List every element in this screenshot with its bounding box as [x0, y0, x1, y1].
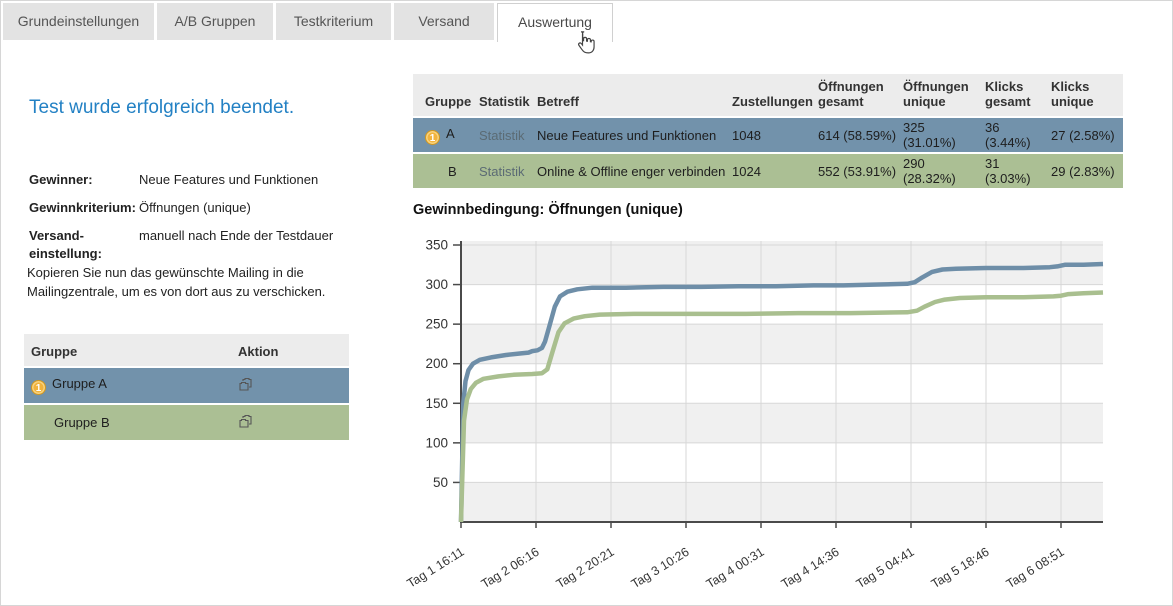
svg-text:Tag 3 10:26: Tag 3 10:26: [629, 545, 692, 592]
summary-row-versandeinstellung: Versand- einstellung: manuell nach Ende …: [29, 227, 359, 263]
summary-block: Gewinner: Neue Features und Funktionen G…: [29, 171, 359, 273]
group-name: Gruppe A: [52, 376, 107, 391]
summary-value: Öffnungen (unique): [139, 199, 359, 217]
col-header-oeffnungen-gesamt: Öffnungen gesamt: [818, 74, 903, 116]
group-letter: A: [446, 126, 455, 141]
summary-value: manuell nach Ende der Testdauer: [139, 227, 359, 263]
svg-text:Tag 4 14:36: Tag 4 14:36: [779, 545, 842, 592]
statistik-link[interactable]: Statistik: [479, 128, 525, 143]
klicks-unique-cell: 27 (2.58%): [1051, 118, 1123, 152]
klicks-unique-cell: 29 (2.83%): [1051, 154, 1123, 188]
summary-row-gewinnkriterium: Gewinnkriterium: Öffnungen (unique): [29, 199, 359, 217]
svg-text:Tag 2 06:16: Tag 2 06:16: [479, 545, 542, 592]
oeffnungen-gesamt-cell: 552 (53.91%): [818, 154, 903, 188]
status-heading: Test wurde erfolgreich beendet.: [29, 97, 294, 119]
hand-cursor-icon: [571, 29, 597, 59]
winner-badge-icon: 1: [31, 380, 46, 395]
results-table: Gruppe Statistik Betreff Zustellungen Öf…: [413, 72, 1123, 190]
svg-text:150: 150: [425, 396, 448, 411]
group-letter: B: [448, 164, 457, 179]
oeffnungen-unique-cell: 290 (28.32%): [903, 154, 985, 188]
ab-test-evaluation-window: GrundeinstellungenA/B GruppenTestkriteri…: [0, 0, 1173, 606]
zustellungen-cell: 1048: [732, 118, 818, 152]
instruction-note: Kopieren Sie nun das gewünschte Mailing …: [27, 263, 357, 301]
col-header-betreff: Betreff: [537, 74, 732, 116]
zustellungen-cell: 1024: [732, 154, 818, 188]
table-row-gruppe-a: 1 Gruppe A: [24, 368, 349, 403]
oeffnungen-unique-cell: 325 (31.01%): [903, 118, 985, 152]
summary-label: Gewinner:: [29, 171, 139, 189]
statistik-link[interactable]: Statistik: [479, 164, 525, 179]
klicks-gesamt-cell: 31 (3.03%): [985, 154, 1051, 188]
svg-text:Tag 5 04:41: Tag 5 04:41: [854, 545, 917, 592]
col-header-klicks-unique: Klicks unique: [1051, 74, 1123, 116]
svg-text:350: 350: [425, 238, 448, 253]
col-header-klicks-gesamt: Klicks gesamt: [985, 74, 1051, 116]
svg-text:200: 200: [425, 356, 448, 371]
oeffnungen-gesamt-cell: 614 (58.59%): [818, 118, 903, 152]
table-row-gruppe-b: Gruppe B: [24, 405, 349, 440]
col-header-statistik: Statistik: [479, 74, 537, 116]
group-action-table: Gruppe Aktion 1 Gruppe A Gruppe B: [24, 332, 349, 442]
line-chart: 50 100 150 200 250 300 350 Tag 1 16:11 Tag 2 06:…: [401, 231, 1171, 601]
col-header-gruppe: Gruppe: [413, 74, 479, 116]
winner-badge-icon: 1: [425, 130, 440, 145]
col-header-zustellungen: Zustellungen: [732, 74, 818, 116]
copy-mailing-icon[interactable]: [238, 414, 254, 429]
group-table-header-aktion: Aktion: [238, 334, 349, 366]
summary-label: Versand- einstellung:: [29, 227, 139, 263]
betreff-cell: Online & Offline enger verbinden: [537, 154, 732, 188]
results-row-b: B Statistik Online & Offline enger verbi…: [413, 154, 1123, 188]
tab-bar: GrundeinstellungenA/B GruppenTestkriteri…: [3, 3, 616, 40]
svg-text:Tag 6 08:51: Tag 6 08:51: [1004, 545, 1067, 592]
col-header-oeffnungen-unique: Öffnungen unique: [903, 74, 985, 116]
summary-value: Neue Features und Funktionen: [139, 171, 359, 189]
group-table-header-gruppe: Gruppe: [24, 334, 238, 366]
klicks-gesamt-cell: 36 (3.44%): [985, 118, 1051, 152]
svg-text:50: 50: [433, 475, 448, 490]
svg-text:250: 250: [425, 317, 448, 332]
summary-row-gewinner: Gewinner: Neue Features und Funktionen: [29, 171, 359, 189]
betreff-cell: Neue Features und Funktionen: [537, 118, 732, 152]
svg-text:100: 100: [425, 435, 448, 450]
tab-ab-gruppen[interactable]: A/B Gruppen: [157, 3, 273, 40]
summary-label: Gewinnkriterium:: [29, 199, 139, 217]
svg-text:Tag 1 16:11: Tag 1 16:11: [405, 545, 467, 591]
copy-mailing-icon[interactable]: [238, 377, 254, 392]
tab-testkriterium[interactable]: Testkriterium: [276, 3, 391, 40]
svg-text:Tag 2 20:21: Tag 2 20:21: [554, 545, 617, 592]
chart-title: Gewinnbedingung: Öffnungen (unique): [413, 202, 683, 218]
svg-text:Tag 5 18:46: Tag 5 18:46: [929, 545, 992, 592]
group-name: Gruppe B: [54, 415, 110, 430]
results-row-a: 1A Statistik Neue Features und Funktione…: [413, 118, 1123, 152]
results-header-row: Gruppe Statistik Betreff Zustellungen Öf…: [413, 74, 1123, 116]
svg-text:300: 300: [425, 277, 448, 292]
tab-versand[interactable]: Versand: [394, 3, 494, 40]
chart-canvas: 50 100 150 200 250 300 350 Tag 1 16:11 Tag 2 06:…: [401, 231, 1171, 601]
svg-text:Tag 4 00:31: Tag 4 00:31: [704, 545, 767, 592]
tab-grundeinstellungen[interactable]: Grundeinstellungen: [3, 3, 154, 40]
